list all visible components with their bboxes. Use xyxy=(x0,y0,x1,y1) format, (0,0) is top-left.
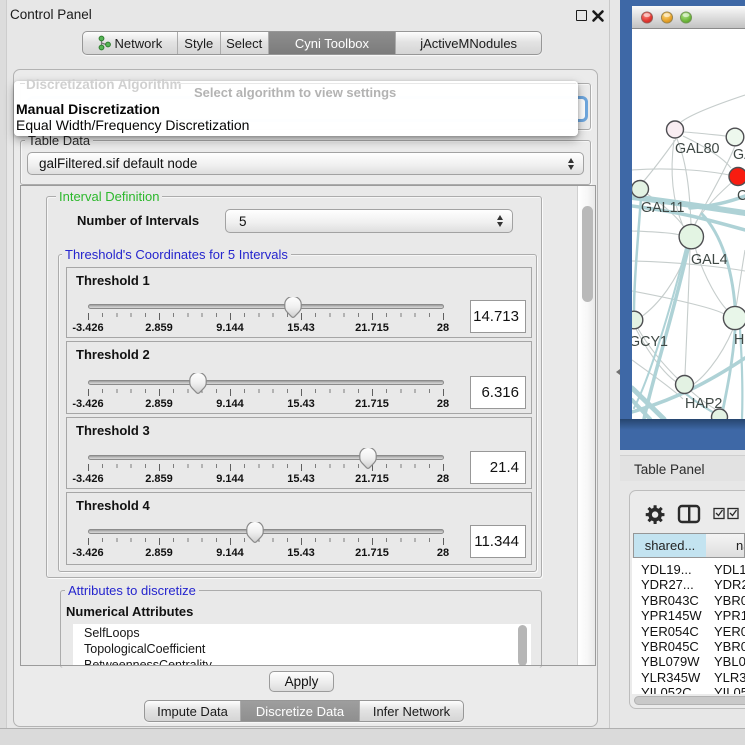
svg-text:C: C xyxy=(737,188,745,204)
svg-text:GCY1: GCY1 xyxy=(632,334,668,350)
svg-text:GAL11: GAL11 xyxy=(641,200,684,216)
svg-text:GAL80: GAL80 xyxy=(675,141,720,157)
svg-text:GA: GA xyxy=(733,147,745,163)
svg-text:HAP2: HAP2 xyxy=(685,396,722,412)
svg-text:H: H xyxy=(734,332,744,348)
svg-text:GAL4: GAL4 xyxy=(691,252,728,268)
